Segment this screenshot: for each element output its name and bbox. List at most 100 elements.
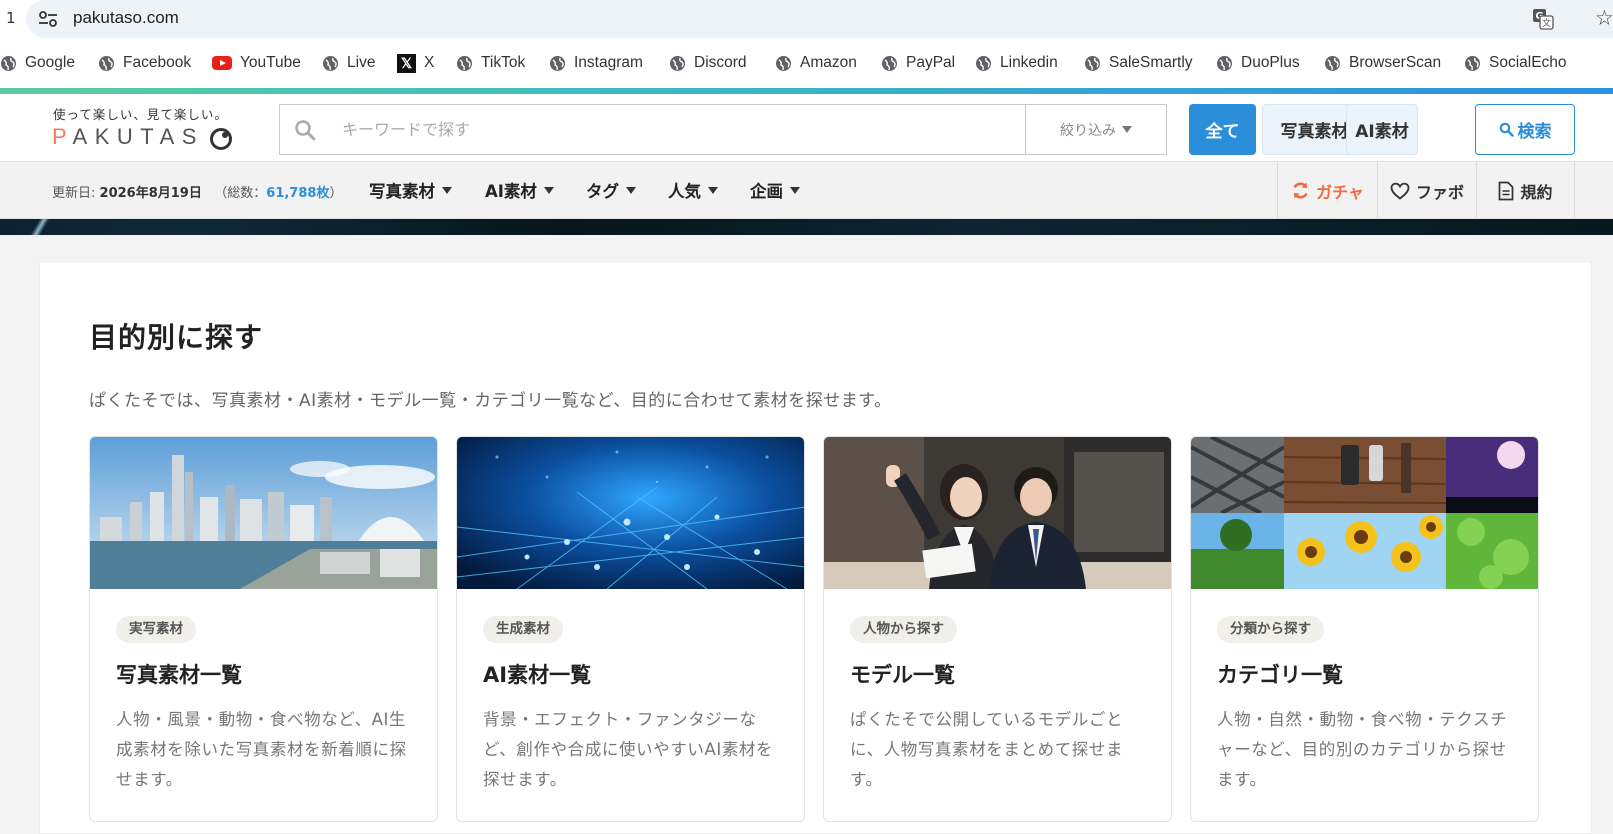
section-description: ぱくたそでは、写真素材・AI素材・モデル一覧・カテゴリ一覧など、目的に合わせて素… (89, 391, 892, 411)
gacha-link[interactable]: ガチャ (1277, 162, 1377, 219)
bookmark-label: Amazon (800, 54, 857, 71)
svg-text:文: 文 (1542, 17, 1551, 29)
bookmark-label: X (424, 54, 435, 71)
bookmark-label: Live (347, 54, 376, 71)
bookmark-label: DuoPlus (1241, 54, 1300, 71)
bookmark-label: PayPal (906, 54, 956, 71)
logo-wordmark: PAKUTAS (52, 124, 204, 149)
keyword-search-input[interactable] (342, 105, 982, 154)
bookmark-label: SaleSmartly (1109, 54, 1193, 71)
favorites-link[interactable]: ファボ (1377, 162, 1476, 219)
card-badge: 生成素材 (483, 616, 563, 643)
chevron-down-icon (790, 186, 800, 194)
card-badge: 人物から探す (850, 616, 957, 643)
document-icon (1499, 181, 1514, 200)
translate-icon[interactable]: G 文 (1532, 8, 1554, 30)
logo-tagline: 使って楽しい、見て楽しい。 (53, 107, 228, 122)
card-title: カテゴリ一覧 (1217, 663, 1343, 687)
nav-project-menu[interactable]: 企画 (750, 178, 800, 202)
heart-icon (1390, 182, 1410, 200)
card-image-city (90, 437, 437, 589)
filter-label: 絞り込み (1060, 122, 1116, 139)
bookmark-tiktok[interactable]: TikTok (456, 53, 525, 73)
card-description: 人物・自然・動物・食べ物・テクスチャーなど、目的別のカテゴリから探せます。 (1217, 710, 1508, 789)
globe-icon (457, 55, 472, 71)
card-title: AI素材一覧 (483, 663, 592, 687)
bookmark-star-icon[interactable]: ☆ (1595, 7, 1613, 29)
card-image-network (457, 437, 804, 589)
bookmark-duoplus[interactable]: DuoPlus (1216, 53, 1300, 73)
card-category-list[interactable]: 分類から探す カテゴリ一覧 人物・自然・動物・食べ物・テクスチャーなど、目的別の… (1190, 436, 1539, 822)
search-button[interactable]: 検索 (1475, 104, 1575, 155)
chevron-down-icon (442, 186, 452, 194)
globe-icon (1217, 55, 1232, 71)
site-settings-icon[interactable] (38, 10, 58, 28)
bookmark-label: Facebook (123, 54, 192, 71)
sub-navigation: 更新日: 2026年8月19日 （総数：61,788枚） 写真素材 AI素材 タ… (0, 162, 1613, 219)
bookmark-socialecho[interactable]: SocialEcho (1464, 53, 1567, 73)
bookmark-label: Instagram (574, 54, 643, 71)
terms-link[interactable]: 規約 (1476, 162, 1575, 219)
hero-banner (0, 219, 1613, 235)
bookmark-live[interactable]: Live (322, 53, 375, 73)
globe-icon (670, 55, 685, 71)
nav-photo-menu[interactable]: 写真素材 (369, 178, 452, 202)
logo-mark-icon (210, 128, 232, 150)
nav-ai-menu[interactable]: AI素材 (485, 178, 554, 202)
bookmark-facebook[interactable]: Facebook (98, 53, 191, 73)
card-description: 背景・エフェクト・ファンタジーなど、創作や合成に使いやすいAI素材を探せます。 (483, 710, 774, 789)
bookmark-discord[interactable]: Discord (669, 53, 747, 73)
refresh-icon (1293, 182, 1308, 199)
card-model-list[interactable]: 人物から探す モデル一覧 ぱくたそで公開しているモデルごとに、人物写真素材をまと… (823, 436, 1172, 822)
bookmark-browserscan[interactable]: BrowserScan (1324, 53, 1441, 73)
bookmark-youtube[interactable]: YouTube (212, 53, 301, 73)
globe-icon (99, 55, 114, 71)
filter-dropdown[interactable]: 絞り込み (1025, 105, 1166, 154)
globe-icon (1325, 55, 1340, 71)
update-info: 更新日: 2026年8月19日 （総数：61,788枚） (52, 186, 343, 201)
tab-number: 1 (6, 9, 16, 27)
bookmark-paypal[interactable]: PayPal (881, 53, 955, 73)
bookmark-google[interactable]: Google (0, 53, 75, 73)
globe-icon (1465, 55, 1480, 71)
chevron-down-icon (626, 186, 636, 194)
bookmark-label: Discord (694, 54, 747, 71)
bookmark-label: BrowserScan (1349, 54, 1442, 71)
filter-ai-button[interactable]: AI素材 (1346, 104, 1418, 155)
globe-icon (323, 55, 338, 71)
search-icon (295, 120, 316, 141)
globe-icon (776, 55, 791, 71)
bookmark-linkedin[interactable]: Linkedin (975, 53, 1058, 73)
card-ai-list[interactable]: 生成素材 AI素材一覧 背景・エフェクト・ファンタジーなど、創作や合成に使いやす… (456, 436, 805, 822)
card-description: 人物・風景・動物・食べ物など、AI生成素材を除いた写真素材を新着順に探せます。 (116, 710, 407, 789)
bookmark-salesmartly[interactable]: SaleSmartly (1084, 53, 1193, 73)
bookmark-x[interactable]: 𝕏X (397, 53, 434, 73)
card-badge: 実写素材 (116, 616, 196, 643)
card-photo-list[interactable]: 実写素材 写真素材一覧 人物・風景・動物・食べ物など、AI生成素材を除いた写真素… (89, 436, 438, 822)
bookmark-amazon[interactable]: Amazon (775, 53, 857, 73)
page-title: 目的別に探す (89, 321, 264, 354)
bookmark-label: Google (25, 54, 75, 71)
bookmark-instagram[interactable]: Instagram (549, 53, 643, 73)
bookmark-label: Linkedin (1000, 54, 1058, 71)
globe-icon (550, 55, 565, 71)
search-bar: 絞り込み (279, 104, 1167, 155)
youtube-icon (212, 56, 232, 70)
globe-icon (1085, 55, 1100, 71)
card-title: モデル一覧 (850, 663, 955, 687)
omnibox[interactable]: pakutaso.com G 文 ☆ (26, 0, 1613, 38)
url-text[interactable]: pakutaso.com (73, 8, 179, 28)
nav-tag-menu[interactable]: タグ (586, 178, 636, 202)
card-title: 写真素材一覧 (116, 663, 242, 687)
bookmarks-bar: Google Facebook YouTube Live 𝕏X TikTok I… (0, 38, 1613, 88)
globe-icon (882, 55, 897, 71)
card-badge: 分類から探す (1217, 616, 1324, 643)
filter-all-button[interactable]: 全て (1189, 104, 1256, 155)
x-icon: 𝕏 (397, 53, 416, 73)
nav-popular-menu[interactable]: 人気 (668, 178, 718, 202)
total-count: 61,788枚 (266, 186, 330, 201)
globe-icon (1, 55, 16, 71)
card-description: ぱくたそで公開しているモデルごとに、人物写真素材をまとめて探せます。 (850, 710, 1124, 789)
bookmark-label: SocialEcho (1489, 54, 1567, 71)
chevron-down-icon (1122, 126, 1132, 133)
